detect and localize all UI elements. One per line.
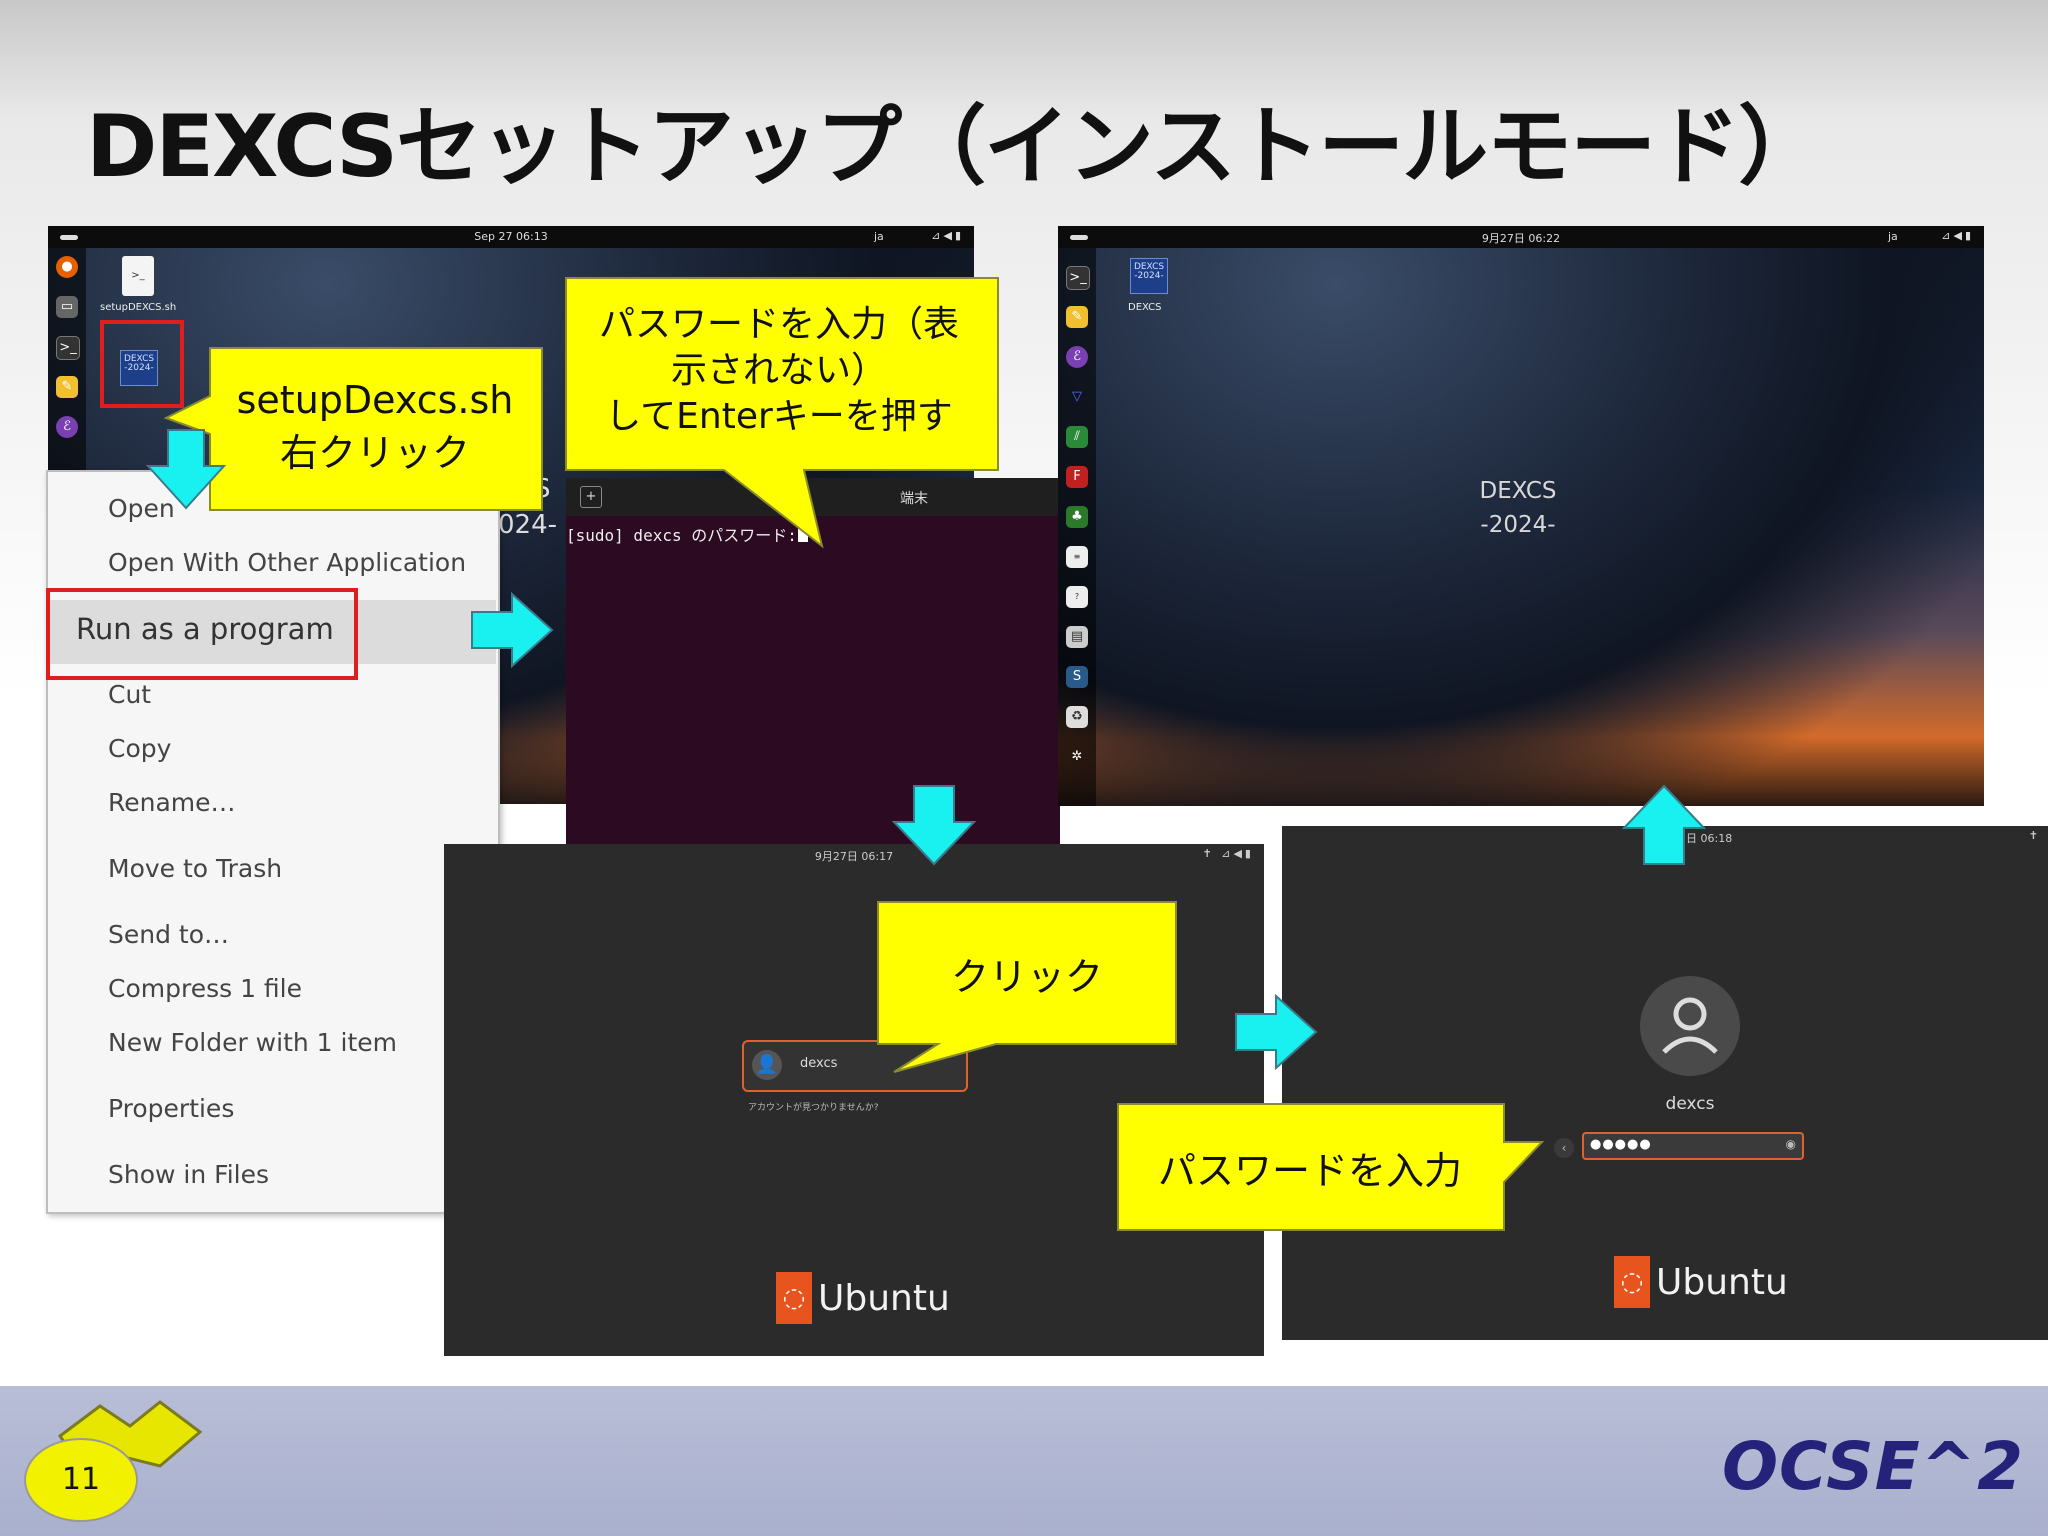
files-icon[interactable]: ▭ (56, 296, 78, 318)
shell-script-file-icon[interactable]: >_ (122, 256, 154, 296)
file-label: setupDEXCS.sh (100, 302, 177, 313)
salome-icon[interactable]: S (1066, 666, 1088, 688)
language-indicator[interactable]: ja (874, 230, 884, 243)
menu-item-show-in-files[interactable]: Show in Files (108, 1160, 269, 1189)
callout-click: クリック (950, 955, 1103, 999)
emacs-icon[interactable]: ℰ (56, 416, 78, 438)
ubuntu-wordmark: Ubuntu (818, 1278, 950, 1319)
brand-logo: OCSE^2 (1721, 1428, 2024, 1505)
ubuntu-circle-icon: ◌ (1614, 1256, 1650, 1308)
context-menu: Open Open With Other Application Run as … (46, 470, 500, 1214)
show-password-icon[interactable]: ◉ (1786, 1137, 1796, 1151)
menu-item-open-with[interactable]: Open With Other Application (108, 548, 466, 577)
doc-icon[interactable]: ≡ (1066, 546, 1088, 568)
arrow-down-icon (892, 785, 976, 866)
callout-input-password: パスワードを入力 (1157, 1149, 1462, 1193)
top-bar: Sep 27 06:13 ja ⊿◀▮ (48, 226, 974, 248)
terminal-icon[interactable]: >_ (56, 336, 80, 360)
window-icon[interactable]: ▤ (1066, 626, 1088, 648)
emacs-icon[interactable]: ℰ (1066, 346, 1088, 368)
icon-label: DEXCS (1128, 302, 1162, 313)
text-editor-icon[interactable]: ✎ (56, 376, 78, 398)
menu-item-copy[interactable]: Copy (108, 734, 171, 763)
callout-enter-password: パスワードを入力（表 示されない） してEnterキーを押す (598, 304, 959, 437)
ubuntu-circle-icon: ◌ (776, 1272, 812, 1324)
clock[interactable]: 9月27日 06:22 (1058, 230, 1984, 246)
system-tray-icons[interactable]: ✝ ⊿◀▮ (1203, 847, 1254, 860)
login2-username: dexcs (1665, 1094, 1715, 1114)
text-editor-icon[interactable]: ✎ (1066, 306, 1088, 328)
ubuntu-wordmark: Ubuntu (1656, 1262, 1788, 1303)
arrow-down-icon (146, 429, 226, 510)
arrow-right-icon (1235, 994, 1318, 1070)
page-number: 11 (24, 1438, 138, 1522)
slide-title: DEXCSセットアップ（インストールモード） (86, 97, 1824, 197)
menu-item-compress[interactable]: Compress 1 file (108, 974, 302, 1003)
user-avatar-icon: 👤 (752, 1050, 782, 1080)
accessibility-icon[interactable]: ✝ (2029, 829, 2038, 842)
not-listed-link[interactable]: アカウントが見つかりませんか? (748, 1100, 879, 1113)
language-indicator[interactable]: ja (1888, 230, 1898, 243)
back-icon[interactable]: ‹ (1554, 1138, 1574, 1158)
clock[interactable]: Sep 27 06:13 (48, 230, 974, 243)
wallpaper-title: DEXCS (1479, 478, 1557, 504)
run-as-program-highlight (46, 588, 358, 680)
login-screen-2: 日 06:18 ✝ dexcs ‹ ●●●●● ◉ ◌ Ubuntu (1282, 826, 2048, 1340)
show-apps-icon[interactable]: ✲ (1066, 746, 1088, 768)
ubuntu-logo: ◌ Ubuntu (776, 1272, 956, 1326)
login1-clock: 9月27日 06:17 (814, 850, 894, 863)
paraview-icon[interactable]: ▽ (1066, 386, 1088, 408)
system-tray-icons[interactable]: ⊿◀▮ (1941, 229, 1974, 242)
firefox-icon[interactable]: ● (56, 256, 78, 278)
arrow-right-icon (471, 592, 554, 668)
dexcs-desktop-icon[interactable]: DEXCS -2024- (1130, 258, 1168, 294)
menu-item-rename[interactable]: Rename… (108, 788, 236, 817)
system-tray-icons[interactable]: ⊿◀▮ (931, 229, 964, 242)
freecad-icon[interactable]: F (1066, 466, 1088, 488)
app-icon-bars[interactable]: ⫽ (1066, 426, 1088, 448)
menu-item-cut[interactable]: Cut (108, 680, 151, 709)
wallpaper-subtitle: -2024- (1480, 512, 1556, 538)
tree-icon[interactable]: ♣ (1066, 506, 1088, 528)
login1-username: dexcs (800, 1056, 838, 1071)
callout-right-click: setupDexcs.sh 右クリック (236, 378, 514, 475)
menu-item-move-to-trash[interactable]: Move to Trash (108, 854, 282, 883)
desktop-screenshot-2: 9月27日 06:22 ja ⊿◀▮ >_ ✎ ℰ ▽ ⫽ F ♣ ≡ ? ▤ … (1058, 226, 1984, 806)
terminal-icon[interactable]: >_ (1066, 266, 1090, 290)
ubuntu-logo: ◌ Ubuntu (1614, 1256, 1794, 1310)
menu-item-send-to[interactable]: Send to… (108, 920, 229, 949)
menu-item-new-folder[interactable]: New Folder with 1 item (108, 1028, 397, 1057)
top-bar: 9月27日 06:22 ja ⊿◀▮ (1058, 226, 1984, 248)
dock: >_ ✎ ℰ ▽ ⫽ F ♣ ≡ ? ▤ S ♻ ✲ (1058, 248, 1096, 806)
trash-icon[interactable]: ♻ (1066, 706, 1088, 728)
background-text-fragment-2: 024- (498, 510, 558, 540)
password-field[interactable]: ●●●●● ◉ (1582, 1132, 1804, 1160)
menu-item-properties[interactable]: Properties (108, 1094, 234, 1123)
help-icon[interactable]: ? (1066, 586, 1088, 608)
user-avatar-icon (1640, 976, 1740, 1076)
password-mask: ●●●●● (1590, 1137, 1652, 1152)
arrow-up-icon (1622, 784, 1706, 865)
